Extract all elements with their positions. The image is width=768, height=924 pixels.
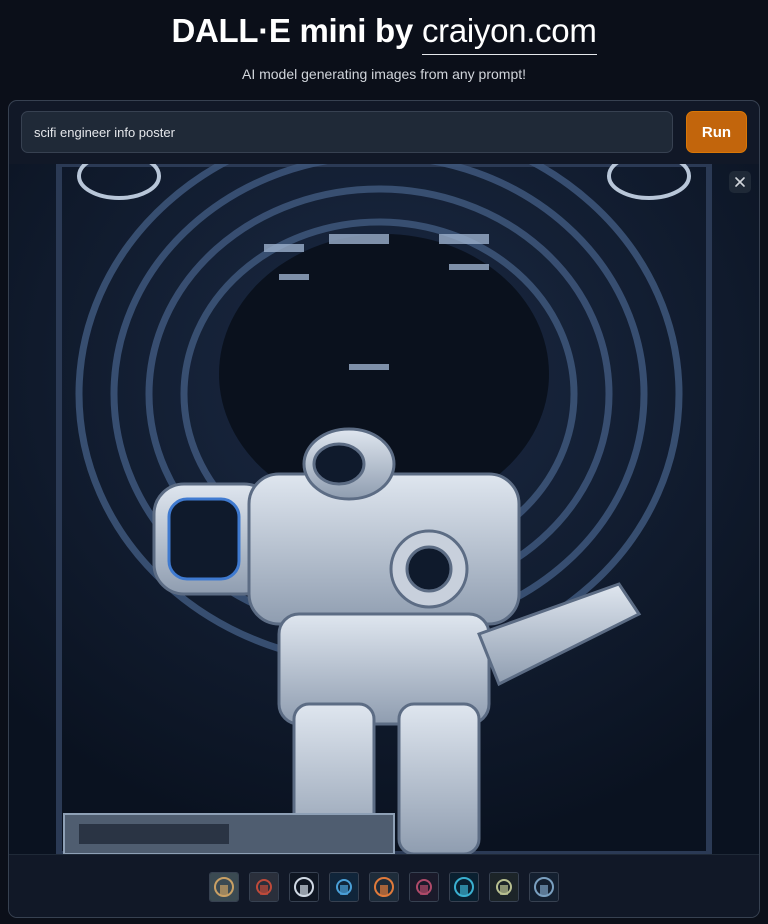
thumbnail-7[interactable] — [449, 872, 479, 902]
generated-image-preview — [9, 164, 759, 854]
brand-link[interactable]: craiyon.com — [421, 12, 597, 55]
close-icon — [735, 177, 745, 187]
prompt-input[interactable] — [21, 111, 673, 153]
app: DALL·E mini by craiyon.com AI model gene… — [0, 0, 768, 924]
page-title: DALL·E mini by craiyon.com — [0, 12, 768, 55]
thumbnail-2[interactable] — [249, 872, 279, 902]
thumbnail-3[interactable] — [289, 872, 319, 902]
title-prefix: DALL·E mini by — [171, 12, 413, 49]
main-panel: Run — [8, 100, 760, 918]
close-preview-button[interactable] — [729, 171, 751, 193]
thumbnail-9[interactable] — [529, 872, 559, 902]
thumbnail-4[interactable] — [329, 872, 359, 902]
thumbnail-1[interactable] — [209, 872, 239, 902]
thumbnail-8[interactable] — [489, 872, 519, 902]
generated-image — [9, 164, 759, 854]
thumbnail-6[interactable] — [409, 872, 439, 902]
subtitle: AI model generating images from any prom… — [241, 66, 527, 82]
thumbnail-5[interactable] — [369, 872, 399, 902]
thumbnail-strip — [9, 854, 759, 917]
run-button[interactable]: Run — [686, 111, 747, 153]
